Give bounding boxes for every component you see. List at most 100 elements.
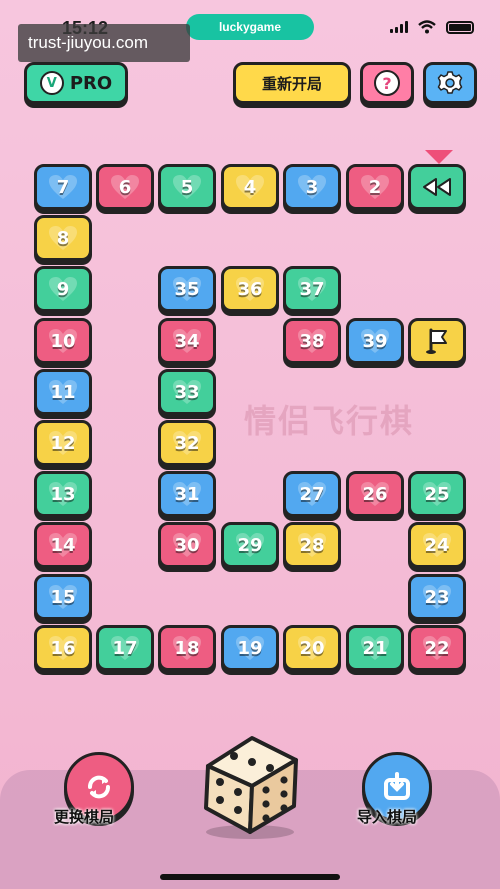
tile-number: 22 <box>424 637 450 659</box>
watermark-label: trust-jiuyou.com <box>18 24 190 62</box>
board-tile[interactable]: 28 <box>283 522 341 568</box>
finish-tile[interactable] <box>408 318 466 364</box>
board-tile[interactable]: 30 <box>158 522 216 568</box>
tile-number: 26 <box>362 483 388 505</box>
settings-button[interactable] <box>423 62 477 104</box>
board-tile[interactable]: 39 <box>346 318 404 364</box>
swap-board-label: 更换棋局 <box>54 808 115 826</box>
help-button[interactable]: ? <box>360 62 414 104</box>
tile-number: 38 <box>299 330 325 352</box>
board-tile[interactable]: 17 <box>96 625 154 671</box>
tile-number: 15 <box>50 586 76 608</box>
tile-number: 16 <box>50 637 76 659</box>
tile-number: 19 <box>237 637 263 659</box>
dice-icon[interactable] <box>188 720 312 840</box>
start-tile[interactable] <box>408 164 466 210</box>
tile-number: 11 <box>50 381 76 403</box>
pro-label: PRO <box>69 72 113 94</box>
tile-number: 33 <box>174 381 200 403</box>
tile-number: 14 <box>50 534 76 556</box>
board-tile[interactable]: 34 <box>158 318 216 364</box>
board-tile[interactable]: 11 <box>34 369 92 415</box>
home-indicator <box>160 874 340 880</box>
tile-number: 8 <box>56 227 70 249</box>
board-tile[interactable]: 10 <box>34 318 92 364</box>
tile-number: 27 <box>299 483 325 505</box>
board-tile[interactable]: 18 <box>158 625 216 671</box>
board-tile[interactable]: 6 <box>96 164 154 210</box>
tile-number: 17 <box>112 637 138 659</box>
tile-number: 31 <box>174 483 200 505</box>
board-tile[interactable]: 29 <box>221 522 279 568</box>
tile-number: 7 <box>56 176 70 198</box>
board-tile[interactable]: 7 <box>34 164 92 210</box>
board-tile[interactable]: 12 <box>34 420 92 466</box>
app-name-pill: luckygame <box>186 14 314 40</box>
board-tile[interactable]: 35 <box>158 266 216 312</box>
tile-number: 23 <box>424 586 450 608</box>
board-tile[interactable]: 15 <box>34 574 92 620</box>
import-board-label: 导入棋局 <box>357 808 418 826</box>
status-icons <box>390 20 474 34</box>
board-tile[interactable]: 20 <box>283 625 341 671</box>
tile-number: 9 <box>56 278 70 300</box>
tile-number: 36 <box>237 278 263 300</box>
wifi-icon <box>418 20 436 34</box>
board-watermark-title: 情侣飞行棋 <box>244 402 415 440</box>
gear-icon <box>437 71 463 94</box>
tile-number: 3 <box>305 176 319 198</box>
board-tile[interactable]: 3 <box>283 164 341 210</box>
board-tile[interactable]: 37 <box>283 266 341 312</box>
board-tile[interactable]: 19 <box>221 625 279 671</box>
battery-icon <box>446 20 474 34</box>
import-icon <box>384 772 410 800</box>
rewind-icon <box>423 178 451 196</box>
board-tile[interactable]: 16 <box>34 625 92 671</box>
refresh-icon <box>88 775 110 799</box>
board-tile[interactable]: 32 <box>158 420 216 466</box>
start-marker-icon <box>425 150 453 164</box>
tile-number: 2 <box>368 176 382 198</box>
tile-number: 18 <box>174 637 200 659</box>
flag-icon <box>426 328 447 354</box>
board-tile[interactable]: 26 <box>346 471 404 517</box>
tile-number: 32 <box>174 432 200 454</box>
tile-number: 21 <box>362 637 388 659</box>
board-tile[interactable]: 38 <box>283 318 341 364</box>
tile-number: 5 <box>180 176 194 198</box>
board-tile[interactable]: 27 <box>283 471 341 517</box>
board-tile[interactable]: 33 <box>158 369 216 415</box>
tile-number: 28 <box>299 534 325 556</box>
tile-number: 10 <box>50 330 76 352</box>
board-tile[interactable]: 9 <box>34 266 92 312</box>
tile-number: 39 <box>362 330 388 352</box>
tile-number: 6 <box>118 176 132 198</box>
tile-number: 13 <box>50 483 76 505</box>
board-tile[interactable]: 8 <box>34 215 92 261</box>
tile-number: 24 <box>424 534 450 556</box>
tile-number: 37 <box>299 278 325 300</box>
board-tile[interactable]: 21 <box>346 625 404 671</box>
board-tile[interactable]: 24 <box>408 522 466 568</box>
pro-button[interactable]: V PRO <box>24 62 128 104</box>
tile-number: 20 <box>299 637 325 659</box>
board-tile[interactable]: 13 <box>34 471 92 517</box>
board-tile[interactable]: 5 <box>158 164 216 210</box>
tile-number: 4 <box>243 176 257 198</box>
help-icon: ? <box>374 70 400 96</box>
tile-number: 12 <box>50 432 76 454</box>
board-tile[interactable]: 4 <box>221 164 279 210</box>
board-tile[interactable]: 23 <box>408 574 466 620</box>
tile-number: 29 <box>237 534 263 556</box>
board-tile[interactable]: 31 <box>158 471 216 517</box>
restart-button[interactable]: 重新开局 <box>233 62 351 104</box>
pro-badge-icon: V <box>39 71 64 95</box>
board-tile[interactable]: 2 <box>346 164 404 210</box>
board-tile[interactable]: 36 <box>221 266 279 312</box>
board-tile[interactable]: 22 <box>408 625 466 671</box>
board-tile[interactable]: 25 <box>408 471 466 517</box>
board-tile[interactable]: 14 <box>34 522 92 568</box>
tile-number: 30 <box>174 534 200 556</box>
tile-number: 34 <box>174 330 200 352</box>
tile-number: 25 <box>424 483 450 505</box>
